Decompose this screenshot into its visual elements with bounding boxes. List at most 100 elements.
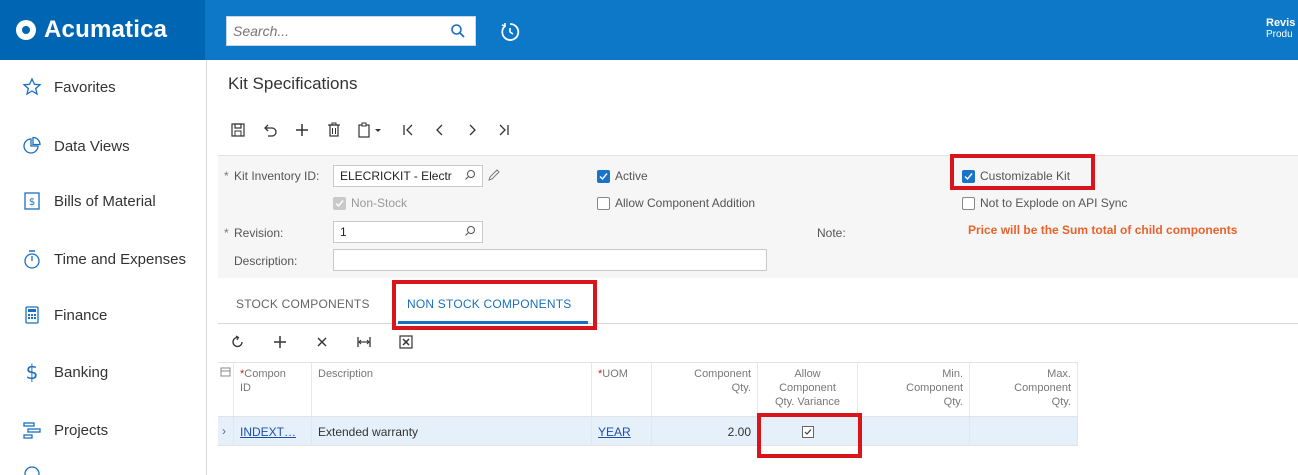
col-header-text: Qty. (1051, 396, 1071, 408)
previous-record-icon[interactable] (430, 120, 450, 140)
cell-component-id[interactable]: INDEXT… (234, 417, 312, 446)
search-box[interactable] (226, 16, 476, 46)
copy-paste-icon[interactable] (356, 120, 386, 140)
col-header-description[interactable]: Description (312, 363, 592, 418)
sidebar-item-label: Banking (54, 363, 109, 381)
table-row[interactable]: › INDEXT… Extended warranty YEAR 2.00 (218, 417, 1078, 446)
stopwatch-icon (22, 248, 42, 270)
sidebar-item-time-and-expenses[interactable]: Time and Expenses (0, 239, 207, 279)
brand-name: Acumatica (44, 16, 168, 43)
col-header-uom[interactable]: *UOM (592, 363, 652, 418)
tab-stock-components[interactable]: STOCK COMPONENTS (236, 297, 370, 311)
col-header-text: Component (779, 382, 836, 394)
sidebar-more-icon[interactable] (22, 464, 42, 475)
delete-row-icon[interactable] (312, 332, 332, 352)
highlight-customizable-kit (950, 154, 1095, 190)
sidebar-item-projects[interactable]: Projects (0, 410, 207, 450)
add-icon[interactable] (292, 120, 312, 140)
col-header-allow-variance[interactable]: Allow Component Qty. Variance (758, 363, 858, 418)
highlight-allow-variance (757, 413, 862, 458)
revision-subtitle: Produ (1266, 29, 1293, 40)
revision-field[interactable]: 1 (333, 221, 483, 243)
cell-min-qty[interactable] (858, 417, 970, 446)
cell-component-qty[interactable]: 2.00 (652, 417, 758, 446)
active-label: Active (615, 169, 648, 183)
col-header-component-qty[interactable]: Component Qty. (652, 363, 758, 418)
sidebar-item-label: Favorites (54, 78, 116, 96)
non-stock-label: Non-Stock (351, 196, 408, 210)
sidebar-item-banking[interactable]: $ Banking (0, 352, 207, 392)
history-icon[interactable] (497, 19, 523, 45)
col-header-text: Max. (1047, 368, 1071, 380)
next-record-icon[interactable] (462, 120, 482, 140)
revision-header[interactable]: Revis Produ (1266, 18, 1298, 40)
active-checkbox[interactable]: Active (597, 169, 648, 183)
col-header-max-qty[interactable]: Max. Component Qty. (970, 363, 1078, 418)
not-explode-checkbox[interactable]: Not to Explode on API Sync (962, 196, 1127, 210)
cell-max-qty[interactable] (970, 417, 1078, 446)
export-excel-icon[interactable] (396, 332, 416, 352)
cell-description[interactable]: Extended warranty (312, 417, 592, 446)
col-header-text: Component (694, 368, 751, 380)
price-note: Price will be the Sum total of child com… (968, 223, 1238, 237)
expand-row-icon[interactable]: › (218, 417, 234, 446)
col-header-component-id[interactable]: *Compon ID (234, 363, 312, 418)
last-record-icon[interactable] (494, 120, 514, 140)
sidebar-item-finance[interactable]: Finance (0, 295, 207, 335)
revision-title: Revis (1266, 18, 1296, 29)
col-header-text: Qty. (943, 396, 963, 408)
sidebar: Favorites Data Views $ Bills of Material… (0, 60, 207, 475)
main-toolbar (228, 118, 526, 142)
save-icon[interactable] (228, 120, 248, 140)
lookup-icon[interactable] (464, 169, 476, 184)
checkbox-unchecked-icon (962, 196, 975, 210)
first-record-icon[interactable] (398, 120, 418, 140)
uom-link[interactable]: YEAR (598, 425, 631, 439)
sidebar-item-label: Time and Expenses (54, 250, 187, 268)
top-bar: Acumatica Revis Produ (0, 0, 1298, 60)
search-icon[interactable] (447, 20, 469, 42)
document-dollar-icon: $ (22, 190, 42, 212)
sidebar-item-bills-of-material[interactable]: $ Bills of Material (0, 181, 207, 221)
projects-icon (22, 419, 42, 441)
edit-pencil-icon[interactable] (487, 168, 501, 187)
fit-columns-icon[interactable] (354, 332, 374, 352)
allow-component-addition-checkbox[interactable]: Allow Component Addition (597, 196, 755, 210)
search-input[interactable] (233, 23, 447, 39)
sidebar-item-favorites[interactable]: Favorites (0, 67, 207, 107)
revision-label: Revision: (234, 226, 284, 240)
sidebar-item-label: Bills of Material (54, 192, 156, 210)
allow-component-addition-label: Allow Component Addition (615, 196, 756, 210)
pie-chart-icon (22, 135, 42, 157)
row-selector-header-icon[interactable] (218, 363, 234, 418)
kit-id-required-marker: * (224, 169, 229, 183)
component-id-link[interactable]: INDEXT… (240, 425, 296, 439)
add-row-icon[interactable] (270, 332, 290, 352)
col-header-text: Component (906, 382, 963, 394)
lookup-icon[interactable] (464, 225, 476, 240)
not-explode-label: Not to Explode on API Sync (980, 196, 1128, 210)
checkbox-unchecked-icon (597, 196, 610, 210)
note-label: Note: (817, 226, 846, 240)
kit-id-value: ELECRICKIT - Electr (340, 169, 452, 183)
star-icon (22, 76, 42, 98)
logo[interactable]: Acumatica (0, 0, 205, 60)
sidebar-item-label: Projects (54, 421, 109, 439)
revision-value: 1 (340, 225, 347, 239)
logo-mark-icon (16, 20, 36, 40)
kit-id-label: Kit Inventory ID: (234, 169, 320, 183)
col-header-text: Compon (244, 368, 286, 380)
col-header-min-qty[interactable]: Min. Component Qty. (858, 363, 970, 418)
kit-id-field[interactable]: ELECRICKIT - Electr (333, 165, 483, 187)
page-title: Kit Specifications (228, 74, 358, 93)
undo-icon[interactable] (260, 120, 280, 140)
col-header-text: Min. (942, 368, 963, 380)
refresh-icon[interactable] (228, 332, 248, 352)
cell-uom[interactable]: YEAR (592, 417, 652, 446)
description-field[interactable] (333, 249, 767, 271)
delete-icon[interactable] (324, 120, 344, 140)
sidebar-item-data-views[interactable]: Data Views (0, 126, 207, 166)
col-header-text: UOM (602, 368, 628, 380)
components-grid: *Compon ID Description *UOM Component Qty.… (218, 362, 1078, 446)
col-header-text: Allow (794, 368, 821, 380)
